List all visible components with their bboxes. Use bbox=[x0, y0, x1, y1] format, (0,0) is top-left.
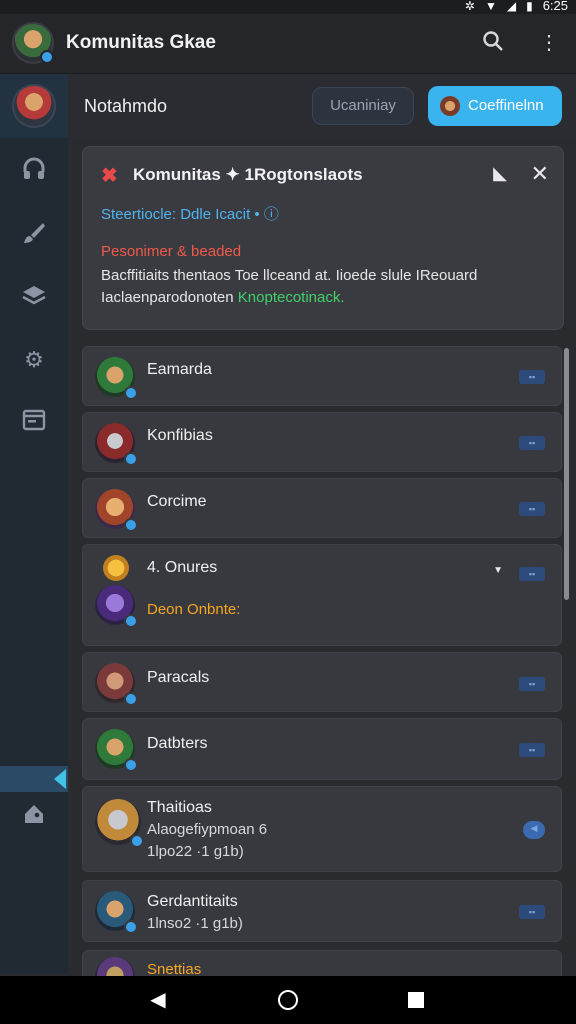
list-item[interactable]: Datbters ▪▪ bbox=[82, 718, 562, 780]
more-options-icon[interactable]: ⋮ bbox=[536, 30, 562, 56]
member-avatar bbox=[95, 891, 138, 934]
list-item[interactable]: Thaitioas Alaogefiypmoan 6 1lpo22 ·1 g1b… bbox=[82, 786, 562, 872]
notice-body-prefix: Iaclaenparodonoten bbox=[101, 289, 238, 306]
signal-icon: ◢ bbox=[506, 0, 517, 13]
back-icon[interactable]: ◀ bbox=[146, 988, 170, 1012]
verified-badge-icon bbox=[124, 614, 138, 628]
member-name: Eamarda bbox=[147, 361, 212, 378]
app-title: Komunitas Gkae bbox=[66, 32, 216, 53]
sidebar-selection-indicator bbox=[0, 766, 68, 792]
status-chip-icon: ▪▪ bbox=[519, 370, 545, 384]
member-name: Thaitioas bbox=[147, 799, 212, 816]
secondary-button[interactable]: Ucaniniay bbox=[312, 87, 414, 125]
notice-body-line: Bacffitiaits thentaos Toe llceand at. Ii… bbox=[101, 267, 478, 284]
search-icon[interactable] bbox=[480, 30, 506, 56]
scrollbar[interactable] bbox=[564, 348, 569, 600]
community-avatar[interactable] bbox=[12, 22, 54, 64]
channel-header: Notahmdo Ucaniniay Coeffinelnn bbox=[68, 74, 576, 138]
close-icon[interactable]: ✕ bbox=[531, 161, 549, 187]
member-name: Corcime bbox=[147, 493, 207, 510]
headset-icon[interactable] bbox=[20, 156, 48, 184]
caret-left-icon bbox=[54, 769, 66, 789]
message-icon[interactable]: ◀ bbox=[523, 821, 545, 839]
member-avatar bbox=[95, 585, 138, 628]
member-status: Deon Onbnte: bbox=[147, 601, 241, 618]
recents-icon[interactable] bbox=[408, 992, 424, 1008]
status-time: 6:25 bbox=[542, 0, 568, 13]
channel-title: Notahmdo bbox=[84, 96, 168, 116]
system-nav-bar: ◀ bbox=[0, 976, 576, 1024]
member-avatar bbox=[95, 663, 138, 706]
member-name: Konfibias bbox=[147, 427, 213, 444]
member-name: 4. Onures bbox=[147, 559, 218, 576]
sidebar: ⚙ bbox=[0, 74, 68, 974]
member-avatar bbox=[95, 729, 138, 772]
status-chip-icon: ▪▪ bbox=[519, 436, 545, 450]
member-name: Gerdantitaits bbox=[147, 893, 238, 910]
status-chip-icon: ▪▪ bbox=[519, 677, 545, 691]
status-bar: ✲ ▼ ◢ ▮ 6:25 bbox=[0, 0, 576, 14]
verified-badge-icon bbox=[40, 50, 54, 64]
member-avatar bbox=[95, 423, 138, 466]
notice-link[interactable]: Knoptecotinack. bbox=[238, 289, 345, 306]
member-meta: 1lpo22 ·1 g1b) bbox=[147, 843, 244, 860]
member-avatar bbox=[95, 357, 138, 400]
home-icon[interactable] bbox=[278, 990, 298, 1010]
notice-warning-line: Pesonimer & beaded bbox=[101, 243, 242, 260]
notice-body: Bacffitiaits thentaos Toe llceand at. Ii… bbox=[101, 265, 551, 309]
list-item[interactable]: Snettias bbox=[82, 950, 562, 997]
primary-button-label: Coeffinelnn bbox=[468, 97, 544, 114]
list-item-expanded[interactable]: 4. Onures Deon Onbnte: ▼ ▪▪ bbox=[82, 544, 562, 646]
verified-badge-icon bbox=[130, 834, 144, 848]
error-x-icon: ✖ bbox=[101, 165, 118, 187]
status-icons: ✲ ▼ ◢ ▮ 6:25 bbox=[465, 0, 568, 13]
member-avatar bbox=[95, 799, 144, 848]
notice-subtitle[interactable]: Steertiocle: Ddle Icacit • ⓘ bbox=[101, 203, 279, 224]
verified-badge-icon bbox=[124, 386, 138, 400]
battery-icon: ▮ bbox=[526, 0, 533, 13]
list-item[interactable]: Eamarda ▪▪ bbox=[82, 346, 562, 406]
member-meta: 1lnso2 ·1 g1b) bbox=[147, 915, 243, 932]
layers-icon[interactable] bbox=[20, 282, 48, 310]
verified-badge-icon bbox=[124, 452, 138, 466]
status-chip-icon: ▪▪ bbox=[519, 502, 545, 516]
member-avatar bbox=[95, 489, 138, 532]
bluetooth-icon: ✲ bbox=[464, 0, 475, 13]
status-chip-icon: ▪▪ bbox=[519, 567, 545, 581]
notice-card: ✖ Komunitas ✦ 1Rogtonslaots ◣ ✕ Steertio… bbox=[82, 146, 564, 330]
list-item[interactable]: Gerdantitaits 1lnso2 ·1 g1b) ▪▪ bbox=[82, 880, 562, 942]
member-name: Paracals bbox=[147, 669, 210, 686]
brush-icon[interactable] bbox=[20, 220, 48, 248]
list-item[interactable]: Corcime ▪▪ bbox=[82, 478, 562, 538]
sidebar-profile bbox=[0, 74, 68, 138]
primary-button[interactable]: Coeffinelnn bbox=[428, 86, 562, 126]
pin-icon[interactable]: ◣ bbox=[493, 163, 507, 184]
window-icon[interactable] bbox=[20, 408, 48, 436]
trophy-icon bbox=[103, 555, 129, 581]
notice-title: Komunitas ✦ 1Rogtonslaots bbox=[133, 165, 363, 184]
member-detail: Alaogefiypmoan 6 bbox=[147, 821, 268, 838]
verified-badge-icon bbox=[124, 692, 138, 706]
button-avatar-icon bbox=[440, 96, 460, 116]
profile-avatar[interactable] bbox=[12, 84, 56, 128]
app-bar: Komunitas Gkae ⋮ bbox=[0, 14, 576, 74]
list-item[interactable]: Paracals ▪▪ bbox=[82, 652, 562, 712]
status-chip-icon: ▪▪ bbox=[519, 743, 545, 757]
tag-icon[interactable] bbox=[20, 802, 48, 830]
status-chip-icon: ▪▪ bbox=[519, 905, 545, 919]
gear-icon[interactable]: ⚙ bbox=[20, 346, 48, 374]
verified-badge-icon bbox=[124, 920, 138, 934]
list-item[interactable]: Konfibias ▪▪ bbox=[82, 412, 562, 472]
member-name: Datbters bbox=[147, 735, 208, 752]
verified-badge-icon bbox=[124, 518, 138, 532]
notice-body-line-2: Iaclaenparodonoten Knoptecotinack. bbox=[101, 287, 551, 309]
verified-badge-icon bbox=[124, 758, 138, 772]
wifi-icon: ▼ bbox=[484, 0, 497, 13]
chevron-down-icon[interactable]: ▼ bbox=[493, 565, 503, 576]
